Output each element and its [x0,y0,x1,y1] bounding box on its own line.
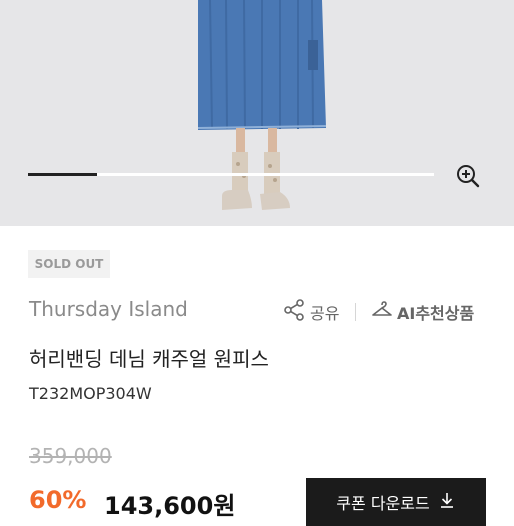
coupon-download-label: 쿠폰 다운로드 [336,494,430,513]
original-price: 359,000 [29,444,112,468]
brand-name[interactable]: Thursday Island [29,297,188,321]
image-progress-bar[interactable] [28,173,434,176]
zoom-in-icon[interactable] [452,160,484,192]
product-image[interactable] [0,0,514,226]
product-code: T232MOP304W [29,384,152,403]
share-label: 공유 [310,304,340,323]
image-progress-fill [28,173,98,176]
share-button[interactable]: 공유 [282,299,339,325]
coupon-download-button[interactable]: 쿠폰 다운로드 [306,478,486,526]
divider [355,303,356,321]
download-icon [438,491,456,513]
share-icon [282,298,306,326]
discount-rate: 60% [29,486,87,514]
ai-recommend-button[interactable]: AI추천상품 [371,299,474,325]
ai-recommend-label: AI추천상품 [397,304,475,323]
sale-price: 143,600원 [104,492,236,520]
hanger-icon [371,299,393,325]
product-title: 허리밴딩 데님 캐주얼 원피스 [29,347,269,371]
model-photo [0,0,514,226]
sold-out-badge: SOLD OUT [28,250,110,278]
